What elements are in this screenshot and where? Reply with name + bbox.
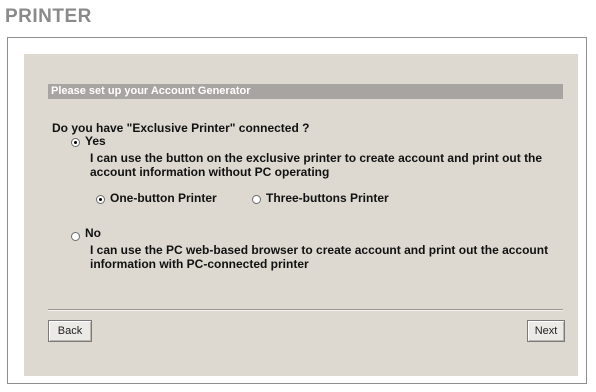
yes-label[interactable]: Yes: [85, 134, 106, 148]
section-header: Please set up your Account Generator: [48, 84, 563, 99]
one-button-printer-radio[interactable]: [96, 195, 105, 204]
no-label[interactable]: No: [85, 226, 101, 240]
page-title: PRINTER: [5, 6, 92, 27]
printer-question: Do you have "Exclusive Printer" connecte…: [52, 121, 310, 135]
yes-radio[interactable]: [71, 138, 80, 147]
three-buttons-printer-radio[interactable]: [252, 195, 261, 204]
no-description: I can use the PC web-based browser to cr…: [90, 243, 549, 271]
no-radio[interactable]: [71, 232, 80, 241]
one-button-printer-label[interactable]: One-button Printer: [110, 191, 217, 205]
footer-divider: [48, 309, 563, 311]
yes-description: I can use the button on the exclusive pr…: [90, 151, 543, 179]
back-button[interactable]: Back: [48, 320, 92, 342]
next-button[interactable]: Next: [527, 320, 565, 342]
three-buttons-printer-label[interactable]: Three-buttons Printer: [266, 191, 389, 205]
settings-panel: Please set up your Account Generator Do …: [24, 54, 578, 376]
